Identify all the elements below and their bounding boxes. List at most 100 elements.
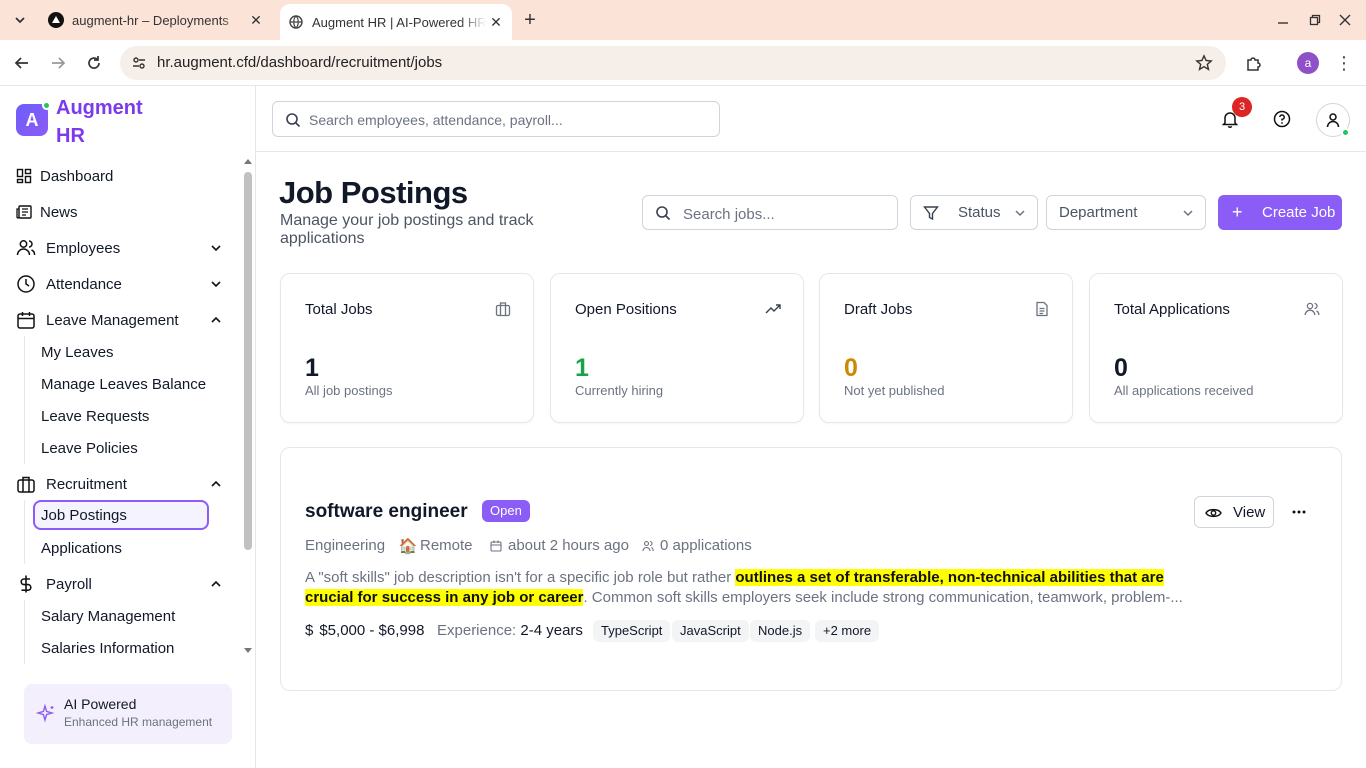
chevron-up-icon <box>208 476 224 492</box>
close-tab-icon[interactable]: ✕ <box>486 12 506 32</box>
close-tab-icon[interactable]: ✕ <box>246 10 266 30</box>
job-applications-text: 0 applications <box>660 537 752 554</box>
create-job-button[interactable]: + Create Job <box>1218 195 1342 230</box>
more-options-icon[interactable] <box>1287 500 1311 524</box>
sidebar-item-recruitment[interactable]: Recruitment <box>16 468 228 500</box>
job-search-input[interactable] <box>683 204 883 224</box>
sidebar-subitem-manage-leaves-balance[interactable]: Manage Leaves Balance <box>33 369 209 399</box>
house-icon: 🏠 <box>398 537 418 555</box>
scroll-down-arrow-icon[interactable] <box>244 646 252 654</box>
brand[interactable]: A Augment HR <box>16 94 166 150</box>
back-arrow-icon[interactable] <box>9 50 35 76</box>
brand-name: Augment HR <box>56 97 143 147</box>
create-job-label: Create Job <box>1262 204 1336 221</box>
sidebar-subitem-leave-requests[interactable]: Leave Requests <box>33 401 209 431</box>
globe-icon <box>288 14 304 30</box>
sidebar-item-employees[interactable]: Employees <box>16 232 228 264</box>
search-icon <box>286 113 301 128</box>
sidebar-item-dashboard[interactable]: Dashboard <box>16 160 228 192</box>
restore-window-icon[interactable] <box>1303 8 1327 32</box>
dashboard-icon <box>16 166 32 186</box>
status-badge: Open <box>482 500 530 522</box>
browser-menu-icon[interactable]: ⋮ <box>1334 52 1354 74</box>
sidebar-subitem-job-postings[interactable]: Job Postings <box>33 500 209 530</box>
stat-value: 0 <box>844 354 858 382</box>
site-info-icon[interactable] <box>130 54 148 72</box>
global-search[interactable] <box>272 101 720 137</box>
help-circle-icon[interactable] <box>1267 104 1297 134</box>
sidebar-scrollbar[interactable] <box>242 156 254 660</box>
chevron-down-icon <box>208 240 224 256</box>
calendar-icon <box>489 539 503 553</box>
forward-arrow-icon[interactable] <box>45 50 71 76</box>
job-card[interactable]: software engineer Open View Engineering … <box>280 447 1342 691</box>
chevron-up-icon <box>208 576 224 592</box>
briefcase-icon <box>16 474 36 494</box>
scrollbar-thumb[interactable] <box>244 172 252 550</box>
stat-card-total-jobs: Total Jobs 1 All job postings <box>280 273 534 423</box>
browser-tab-deployments[interactable]: augment-hr – Deployments ✕ <box>40 4 272 36</box>
stat-description: All job postings <box>305 383 393 398</box>
browser-tab-strip: augment-hr – Deployments ✕ Augment HR | … <box>0 0 1366 40</box>
stat-description: All applications received <box>1114 383 1254 398</box>
clock-icon <box>16 274 36 294</box>
browser-profile-avatar[interactable]: a <box>1297 52 1319 74</box>
eye-icon <box>1205 508 1222 518</box>
job-search[interactable] <box>642 195 898 230</box>
search-icon <box>656 206 671 221</box>
submenu-guide-line <box>24 600 25 664</box>
new-tab-plus-icon[interactable]: + <box>518 8 542 32</box>
address-bar[interactable]: hr.augment.cfd/dashboard/recruitment/job… <box>120 46 1226 80</box>
job-posted: about 2 hours ago <box>489 537 629 554</box>
stat-label: Total Applications <box>1114 301 1230 318</box>
sidebar-item-payroll[interactable]: Payroll <box>16 568 228 600</box>
sidebar-subitem-salaries-information[interactable]: Salaries Information <box>33 633 209 663</box>
dollar-icon <box>16 574 36 594</box>
ai-powered-card: AI Powered Enhanced HR management <box>24 684 232 744</box>
brand-logo: A <box>16 101 51 136</box>
status-filter-select[interactable]: Status <box>910 195 1038 230</box>
description-part: A "soft skills" job description isn't fo… <box>305 569 736 586</box>
global-search-input[interactable] <box>309 110 709 130</box>
stat-label: Total Jobs <box>305 301 373 318</box>
sidebar-item-news[interactable]: News <box>16 196 228 228</box>
stat-value: 1 <box>575 354 589 382</box>
app-header: 3 <box>256 86 1366 152</box>
stat-card-draft-jobs: Draft Jobs 0 Not yet published <box>819 273 1073 423</box>
experience-label: Experience: <box>437 622 517 639</box>
sidebar-item-label: Leave Management <box>46 311 179 329</box>
scroll-up-arrow-icon[interactable] <box>244 158 252 166</box>
job-experience: Experience: 2-4 years <box>437 622 583 639</box>
bookmark-star-icon[interactable] <box>1194 53 1214 73</box>
brand-logo-letter: A <box>25 109 39 130</box>
minimize-window-icon[interactable] <box>1271 8 1295 32</box>
sidebar-item-label: Dashboard <box>40 167 114 185</box>
sidebar-subitem-applications[interactable]: Applications <box>33 533 209 563</box>
sidebar-subitem-salary-management[interactable]: Salary Management <box>33 601 209 631</box>
user-icon <box>1326 113 1340 128</box>
stat-card-open-positions: Open Positions 1 Currently hiring <box>550 273 804 423</box>
more-skills-tag[interactable]: +2 more <box>815 620 880 642</box>
job-salary-text: $5,000 - $6,998 <box>319 622 425 639</box>
sidebar-subitem-my-leaves[interactable]: My Leaves <box>33 337 209 367</box>
users-icon <box>16 238 36 258</box>
sidebar-subitem-leave-policies[interactable]: Leave Policies <box>33 433 209 463</box>
page-title: Job Postings <box>279 175 468 210</box>
department-filter-select[interactable]: Department <box>1046 195 1206 230</box>
browser-tab-augment-hr[interactable]: Augment HR | AI-Powered HR ✕ <box>280 4 512 40</box>
close-window-icon[interactable] <box>1333 8 1357 32</box>
chevron-down-icon <box>1183 210 1193 217</box>
status-filter-label: Status <box>958 204 1001 221</box>
sidebar-item-leave-management[interactable]: Leave Management <box>16 304 228 336</box>
experience-value: 2-4 years <box>520 622 583 639</box>
tab-search-chevron-icon[interactable] <box>8 8 32 32</box>
trending-up-icon <box>765 304 781 314</box>
stat-value: 1 <box>305 354 319 382</box>
view-job-button[interactable]: View <box>1194 496 1274 528</box>
extensions-puzzle-icon[interactable] <box>1243 52 1265 74</box>
sparkles-icon <box>36 704 55 723</box>
user-avatar[interactable] <box>1316 103 1350 137</box>
job-title[interactable]: software engineer <box>305 501 468 523</box>
sidebar-item-attendance[interactable]: Attendance <box>16 268 228 300</box>
reload-icon[interactable] <box>81 50 107 76</box>
